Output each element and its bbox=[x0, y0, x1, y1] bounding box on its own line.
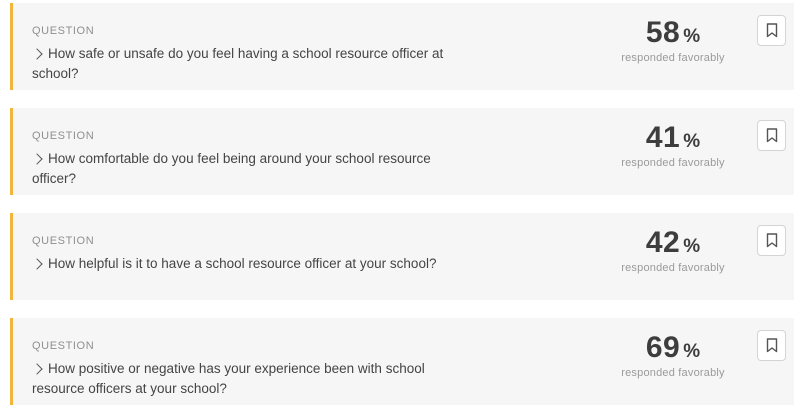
percent-sign: % bbox=[683, 26, 701, 47]
favorable-caption: responded favorably bbox=[621, 157, 725, 169]
bookmark-button[interactable] bbox=[757, 330, 786, 361]
question-text: How safe or unsafe do you feel having a … bbox=[32, 46, 444, 81]
question-card: QUESTION How positive or negative has yo… bbox=[10, 318, 794, 405]
question-eyebrow: QUESTION bbox=[32, 25, 95, 37]
favorable-stat: 41% responded favorably bbox=[598, 120, 748, 169]
percent-sign: % bbox=[683, 131, 701, 152]
favorable-stat: 58% responded favorably bbox=[598, 15, 748, 64]
question-card: QUESTION How comfortable do you feel bei… bbox=[10, 108, 794, 195]
question-eyebrow: QUESTION bbox=[32, 235, 95, 247]
bookmark-icon bbox=[766, 338, 777, 353]
percent-value: 41 bbox=[645, 121, 681, 154]
percent-value: 58 bbox=[645, 16, 681, 49]
question-toggle[interactable]: How safe or unsafe do you feel having a … bbox=[31, 44, 462, 84]
bookmark-icon bbox=[766, 128, 777, 143]
percent-line: 42% bbox=[598, 225, 748, 261]
question-card: QUESTION How helpful is it to have a sch… bbox=[10, 213, 794, 300]
chevron-right-icon bbox=[31, 363, 43, 375]
question-text: How positive or negative has your experi… bbox=[32, 361, 425, 396]
percent-sign: % bbox=[683, 236, 701, 257]
percent-value: 42 bbox=[645, 226, 681, 259]
percent-line: 41% bbox=[598, 120, 748, 156]
question-eyebrow: QUESTION bbox=[32, 340, 95, 352]
percent-line: 58% bbox=[598, 15, 748, 51]
chevron-right-icon bbox=[31, 258, 43, 270]
percent-line: 69% bbox=[598, 330, 748, 366]
question-toggle[interactable]: How comfortable do you feel being around… bbox=[31, 149, 462, 189]
question-toggle[interactable]: How positive or negative has your experi… bbox=[31, 359, 462, 399]
question-card: QUESTION How safe or unsafe do you feel … bbox=[10, 3, 794, 90]
question-list: QUESTION How safe or unsafe do you feel … bbox=[10, 3, 794, 405]
bookmark-button[interactable] bbox=[757, 225, 786, 256]
question-text: How helpful is it to have a school resou… bbox=[48, 256, 437, 271]
chevron-right-icon bbox=[31, 153, 43, 165]
bookmark-icon bbox=[766, 23, 777, 38]
favorable-caption: responded favorably bbox=[621, 367, 725, 379]
bookmark-icon bbox=[766, 233, 777, 248]
favorable-stat: 42% responded favorably bbox=[598, 225, 748, 274]
bookmark-button[interactable] bbox=[757, 15, 786, 46]
percent-sign: % bbox=[683, 341, 701, 362]
favorable-stat: 69% responded favorably bbox=[598, 330, 748, 379]
favorable-caption: responded favorably bbox=[621, 262, 725, 274]
percent-value: 69 bbox=[645, 331, 681, 364]
question-eyebrow: QUESTION bbox=[32, 130, 95, 142]
bookmark-button[interactable] bbox=[757, 120, 786, 151]
chevron-right-icon bbox=[31, 48, 43, 60]
favorable-caption: responded favorably bbox=[621, 52, 725, 64]
question-toggle[interactable]: How helpful is it to have a school resou… bbox=[31, 254, 462, 274]
question-text: How comfortable do you feel being around… bbox=[32, 151, 431, 186]
